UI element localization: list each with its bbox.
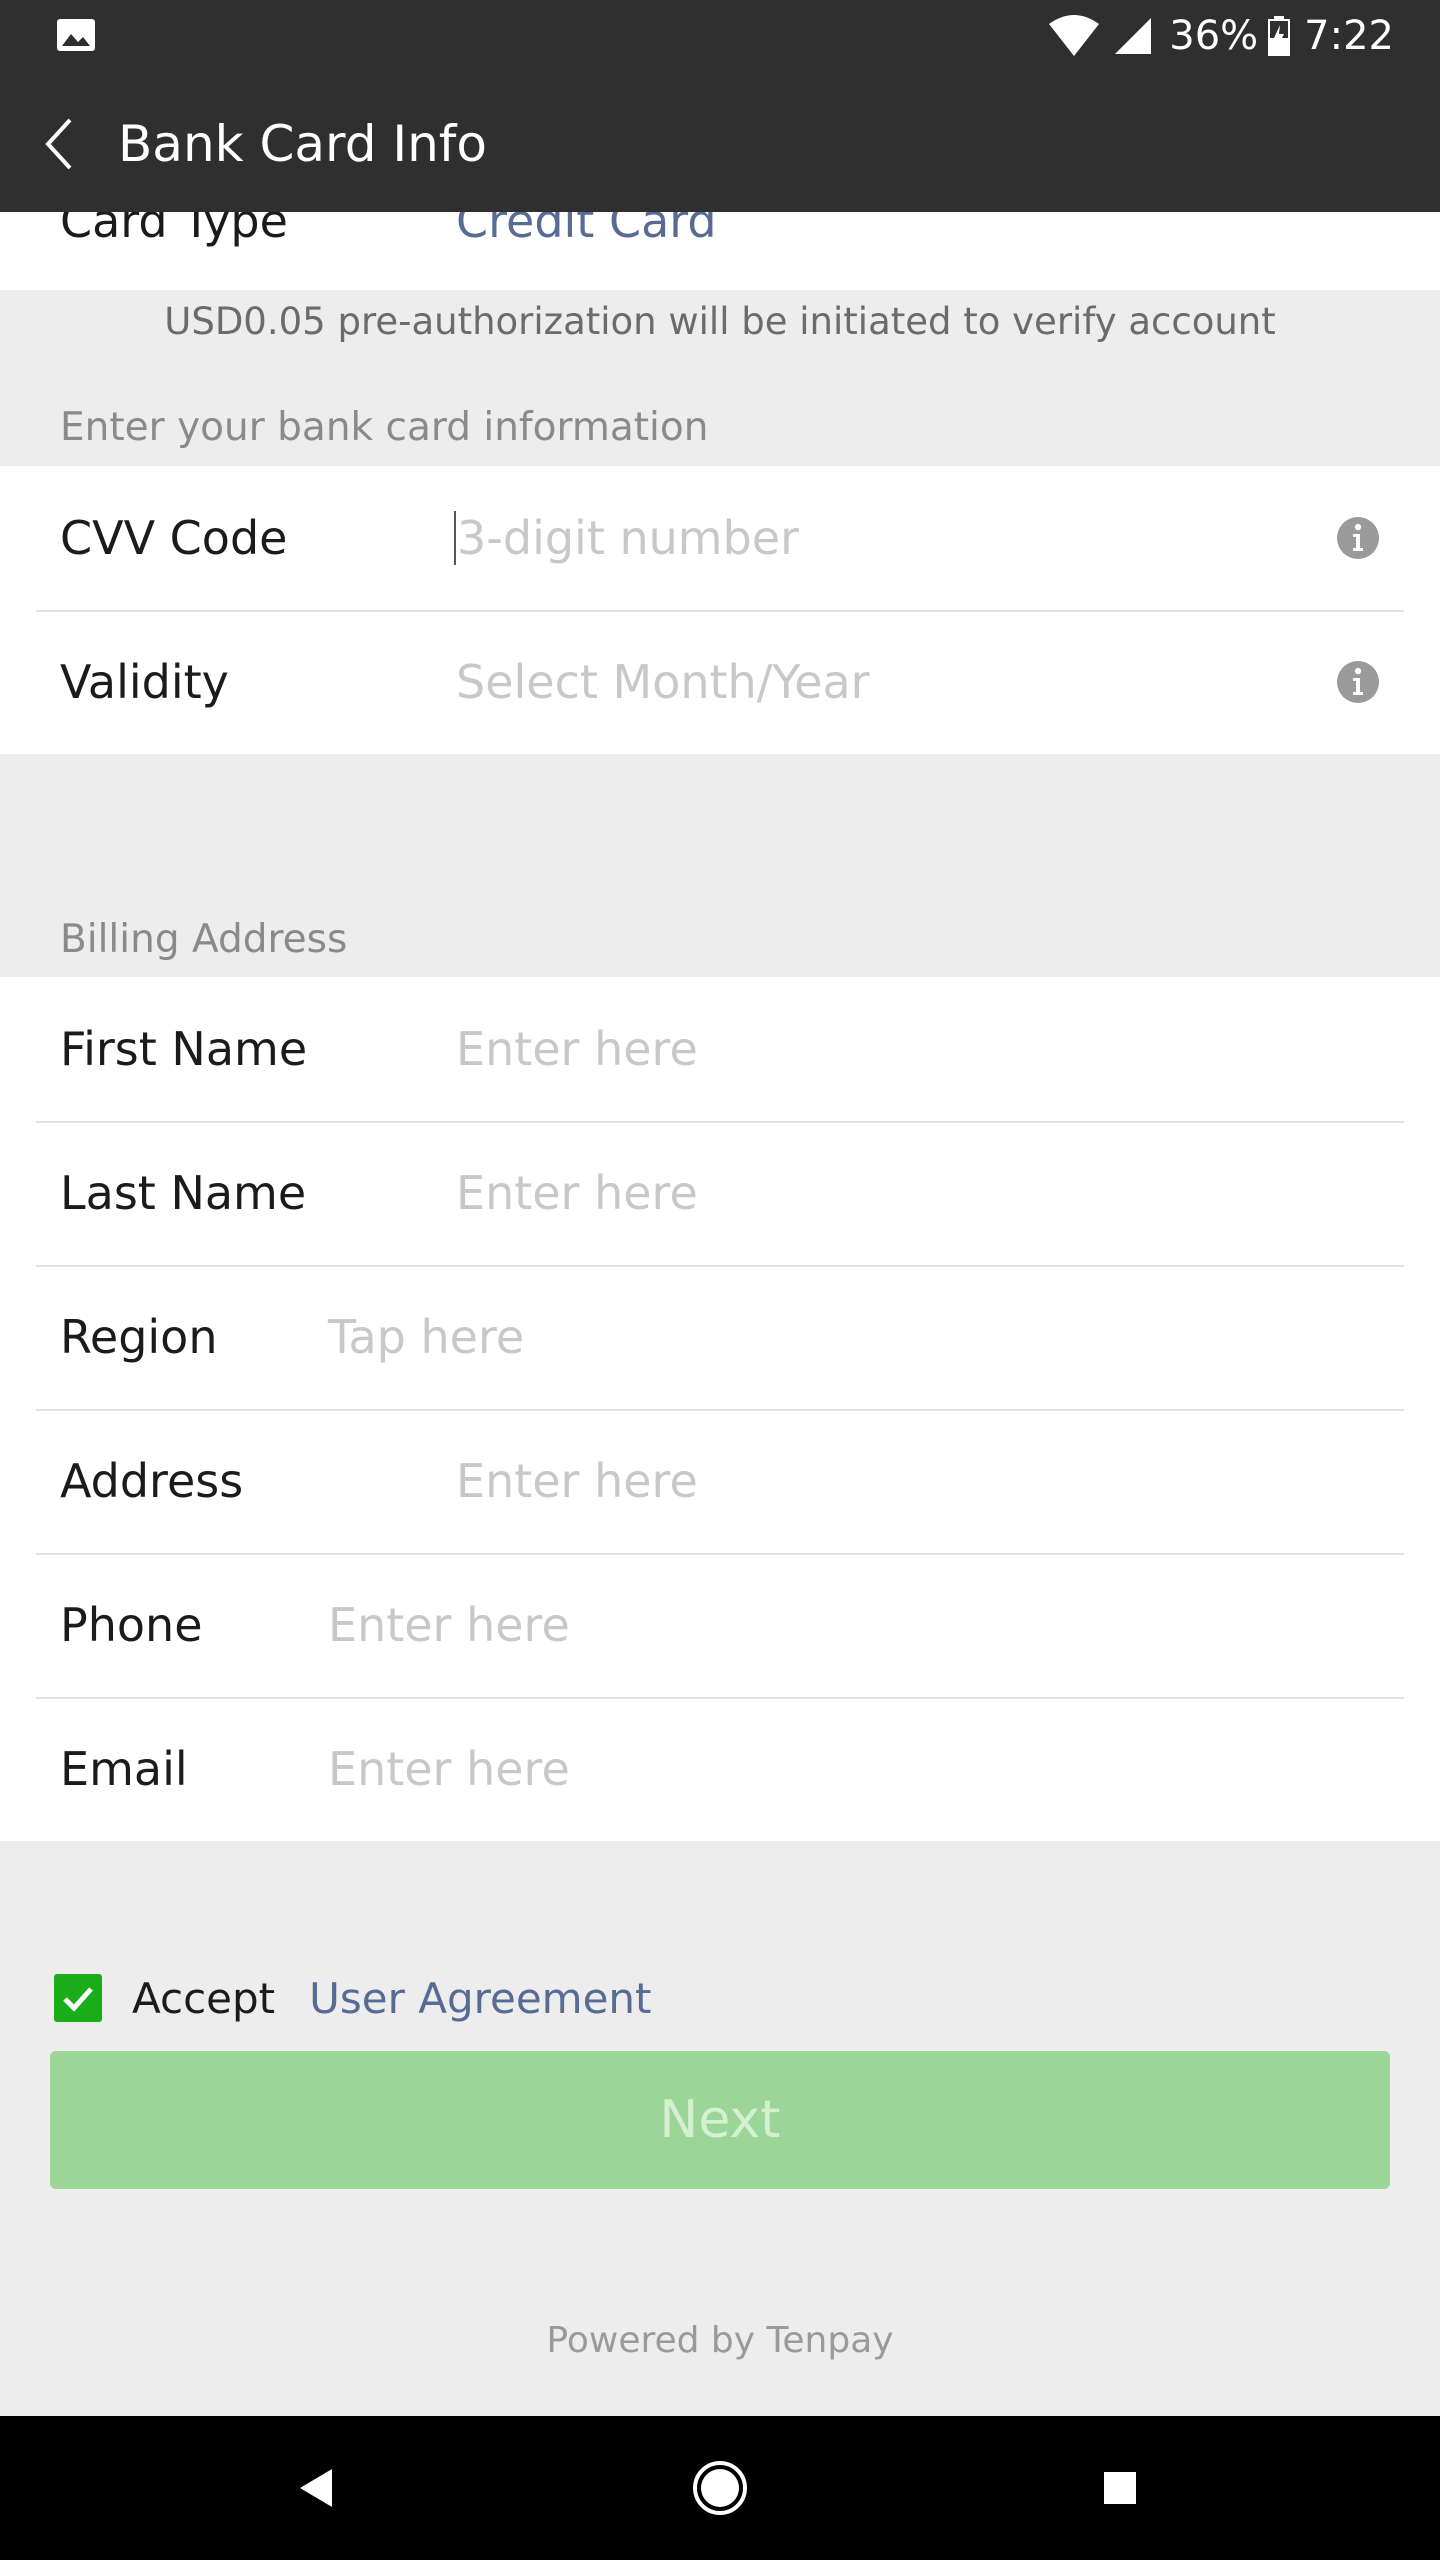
nav-home-icon [693, 2461, 747, 2515]
text-cursor [454, 510, 456, 565]
first-name-input[interactable]: Enter here [456, 977, 698, 1121]
cvv-input[interactable]: 3-digit number [454, 466, 799, 610]
accept-label: Accept [132, 1973, 276, 2023]
region-row[interactable]: Region Tap here [0, 1265, 1440, 1409]
card-info-header: Enter your bank card information [60, 405, 709, 450]
card-type-label: Card Type [60, 212, 288, 248]
clock: 7:22 [1304, 13, 1394, 59]
address-input[interactable]: Enter here [456, 1409, 698, 1553]
validity-label: Validity [60, 655, 229, 709]
app-bar: Bank Card Info [0, 72, 1440, 212]
photo-icon [57, 19, 95, 51]
cvv-row: CVV Code 3-digit number [0, 466, 1440, 610]
phone-input[interactable]: Enter here [328, 1553, 570, 1697]
page-title: Bank Card Info [118, 115, 487, 173]
cell-signal-icon [1115, 18, 1152, 54]
nav-home-button[interactable] [640, 2416, 800, 2560]
cvv-label: CVV Code [60, 511, 288, 565]
checkmark-icon [63, 1987, 93, 2012]
card-type-row: Card Type Credit Card [0, 212, 1440, 290]
first-name-label: First Name [60, 1022, 308, 1076]
battery-percent: 36% [1169, 13, 1259, 59]
status-bar: 36% 7:22 [0, 0, 1440, 72]
phone-row: Phone Enter here [0, 1553, 1440, 1697]
agreement-row: Accept User Agreement [54, 1972, 652, 2024]
card-info-group: CVV Code 3-digit number Validity Select … [0, 466, 1440, 754]
battery-charging-icon [1268, 16, 1291, 56]
nav-recents-button[interactable] [1040, 2416, 1200, 2560]
back-chevron-icon[interactable] [38, 112, 78, 176]
preauth-notice: USD0.05 pre-authorization will be initia… [164, 300, 1276, 343]
next-button[interactable]: Next [50, 2051, 1390, 2189]
billing-group: First Name Enter here Last Name Enter he… [0, 977, 1440, 1841]
card-type-value[interactable]: Credit Card [456, 212, 717, 248]
last-name-row: Last Name Enter here [0, 1121, 1440, 1265]
user-agreement-link[interactable]: User Agreement [309, 1974, 651, 2023]
email-row: Email Enter here [0, 1697, 1440, 1841]
cvv-placeholder: 3-digit number [457, 511, 800, 565]
nav-back-button[interactable] [236, 2416, 396, 2560]
last-name-input[interactable]: Enter here [456, 1121, 698, 1265]
validity-select[interactable]: Select Month/Year [456, 610, 870, 754]
address-label: Address [60, 1454, 244, 1508]
info-icon[interactable] [1336, 516, 1380, 560]
last-name-label: Last Name [60, 1166, 307, 1220]
first-name-row: First Name Enter here [0, 977, 1440, 1121]
phone-label: Phone [60, 1598, 203, 1652]
nav-recents-icon [1104, 2472, 1136, 2504]
validity-row[interactable]: Validity Select Month/Year [0, 610, 1440, 754]
nav-back-icon [300, 2469, 332, 2507]
email-label: Email [60, 1742, 188, 1796]
region-label: Region [60, 1310, 218, 1364]
billing-address-header: Billing Address [60, 917, 348, 962]
email-input[interactable]: Enter here [328, 1697, 570, 1841]
region-select[interactable]: Tap here [328, 1265, 524, 1409]
address-row: Address Enter here [0, 1409, 1440, 1553]
wifi-icon [1049, 15, 1100, 56]
navigation-bar [0, 2416, 1440, 2560]
info-icon[interactable] [1336, 660, 1380, 704]
accept-checkbox[interactable] [54, 1974, 102, 2022]
powered-by-footer: Powered by Tenpay [546, 2320, 894, 2361]
